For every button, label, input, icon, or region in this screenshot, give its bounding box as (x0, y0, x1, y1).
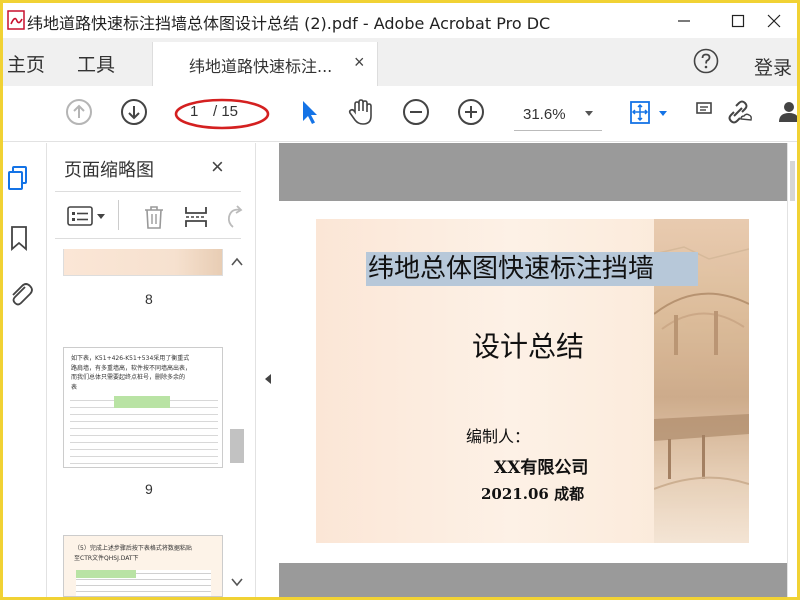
thumbnail-list: 8 如下表，K51+426-K51+534采用了衡重式 路肩墙，有多重墙高，软件… (47, 249, 237, 597)
help-icon[interactable] (693, 48, 719, 74)
zoom-out-icon[interactable] (401, 97, 431, 127)
acrobat-window: 纬地道路快速标注挡墙总体图设计总结 (2).pdf - Adobe Acroba… (3, 3, 797, 597)
slide-date: 2021.06 成都 (481, 485, 585, 503)
scroll-up-icon[interactable] (231, 257, 243, 267)
delete-icon[interactable] (141, 204, 167, 230)
thumbnail-scrollbar[interactable] (228, 253, 246, 597)
red-ellipse-annotation (174, 98, 270, 130)
tab-close-icon[interactable]: × (354, 52, 365, 73)
slide-editor-label: 编制人： (466, 427, 531, 446)
page-label-8: 8 (145, 291, 153, 307)
thumbnail-page-9[interactable]: 如下表，K51+426-K51+534采用了衡重式 路肩墙，有多重墙高，软件按不… (63, 347, 223, 468)
minimize-button[interactable] (661, 3, 707, 38)
toolbar: 1 / 15 31.6% (3, 86, 797, 142)
panel-title: 页面缩略图 (64, 160, 154, 181)
scrollbar-thumb[interactable] (230, 429, 244, 463)
attachment-icon[interactable] (5, 279, 35, 309)
maximize-icon (731, 14, 745, 27)
hand-icon[interactable] (346, 97, 376, 127)
window-title: 纬地道路快速标注挡墙总体图设计总结 (2).pdf - Adobe Acroba… (27, 14, 551, 33)
login-link[interactable]: 登录 (754, 53, 792, 80)
collapse-arrow-icon[interactable] (264, 373, 272, 385)
close-icon (767, 14, 781, 27)
insert-page-icon[interactable] (183, 204, 209, 230)
menu-home[interactable]: 主页 (7, 50, 45, 77)
prev-page-icon[interactable] (64, 97, 94, 127)
document-scrollbar[interactable] (787, 143, 797, 597)
select-arrow-icon[interactable] (294, 97, 324, 127)
scroll-down-icon[interactable] (231, 577, 243, 587)
zoom-dropdown-icon[interactable] (584, 110, 594, 118)
zoom-level[interactable]: 31.6% (523, 106, 566, 123)
next-page-icon[interactable] (119, 97, 149, 127)
pdf-page: 纬地总体图快速标注挡墙 设计总结 编制人： XX有限公司 2021.06 成都 (316, 219, 749, 543)
panel-close-icon[interactable]: × (211, 154, 224, 180)
panel-toolbar (55, 191, 243, 239)
document-view[interactable]: 纬地总体图快速标注挡墙 设计总结 编制人： XX有限公司 2021.06 成都 (279, 143, 787, 597)
doc-bottom-gutter (279, 563, 787, 597)
slide-company: XX有限公司 (494, 458, 589, 478)
bookmark-icon[interactable] (5, 223, 35, 253)
thumb10-text: （5）完成上述步骤后按下表格式将数据粘贴 至CTR文件QHSJ.DAT下 (74, 545, 192, 562)
document-tab[interactable]: 纬地道路快速标注... × (152, 42, 378, 86)
app-icon (7, 10, 25, 30)
panel-collapse-strip[interactable] (255, 143, 279, 597)
tab-bar: 主页 工具 纬地道路快速标注... × 登录 (3, 38, 797, 86)
page-label-9: 9 (145, 481, 153, 497)
minimize-icon (678, 19, 690, 22)
comment-icon[interactable] (693, 97, 723, 127)
title-bar: 纬地道路快速标注挡墙总体图设计总结 (2).pdf - Adobe Acroba… (3, 3, 797, 38)
options-icon[interactable] (67, 204, 109, 228)
thumb9-table-header (114, 396, 170, 408)
panel-divider (118, 200, 119, 230)
fit-page-icon[interactable] (625, 97, 655, 127)
zoom-underline (514, 130, 602, 131)
document-tab-label: 纬地道路快速标注... (189, 57, 333, 76)
thumbnails-icon[interactable] (5, 163, 35, 193)
thumbnail-panel: 页面缩略图 × 8 如下表，K51+426-K51+534采用了衡重式 路肩墙，… (47, 143, 255, 597)
doc-scrollbar-thumb[interactable] (790, 161, 795, 201)
doc-top-gutter (279, 143, 787, 201)
user-icon[interactable] (775, 97, 797, 127)
thumb9-text: 如下表，K51+426-K51+534采用了衡重式 路肩墙，有多重墙高，软件按不… (71, 355, 192, 391)
slide-title: 纬地总体图快速标注挡墙 (366, 252, 698, 286)
close-button[interactable] (751, 3, 797, 38)
fit-dropdown-icon[interactable] (658, 110, 668, 118)
left-rail (3, 143, 47, 597)
thumbnail-page-8[interactable] (63, 249, 223, 276)
slide-subtitle: 设计总结 (472, 330, 585, 363)
link-icon[interactable] (723, 97, 753, 127)
zoom-in-icon[interactable] (456, 97, 486, 127)
menu-tools[interactable]: 工具 (77, 50, 115, 77)
thumb10-table-header (76, 570, 136, 578)
rotate-icon[interactable] (223, 204, 243, 230)
thumbnail-page-10[interactable]: （5）完成上述步骤后按下表格式将数据粘贴 至CTR文件QHSJ.DAT下 (63, 535, 223, 597)
